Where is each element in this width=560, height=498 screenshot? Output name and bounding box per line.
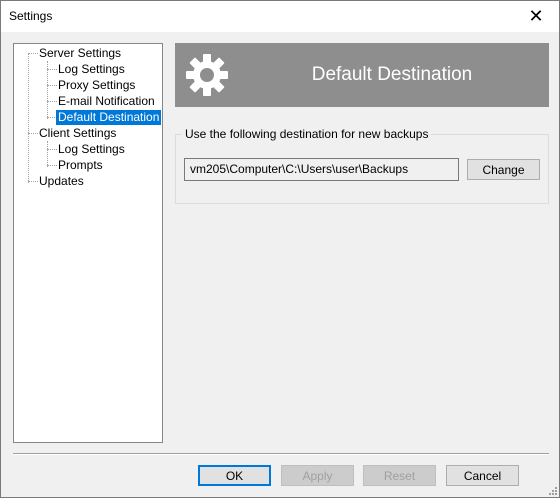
reset-button[interactable]: Reset xyxy=(363,465,436,486)
tree-item-server-settings[interactable]: Server Settings xyxy=(37,46,123,61)
section-title: Default Destination xyxy=(311,64,473,85)
window-title: Settings xyxy=(9,9,53,23)
apply-button[interactable]: Apply xyxy=(281,465,354,486)
tree-item-client-log-settings[interactable]: Log Settings xyxy=(56,142,127,157)
section-header: Default Destination xyxy=(175,43,549,107)
tree-item-prompts[interactable]: Prompts xyxy=(56,158,105,173)
destination-group-label: Use the following destination for new ba… xyxy=(182,127,432,141)
cancel-button[interactable]: Cancel xyxy=(446,465,519,486)
settings-window: Settings ✕ Server Settings Log Settings … xyxy=(0,0,560,498)
close-icon[interactable]: ✕ xyxy=(513,1,559,32)
gear-icon xyxy=(186,54,228,96)
title-bar[interactable]: Settings ✕ xyxy=(1,1,559,32)
footer-divider xyxy=(13,453,549,455)
settings-tree[interactable]: Server Settings Log Settings Proxy Setti… xyxy=(13,43,163,443)
tree-item-default-destination[interactable]: Default Destination xyxy=(56,110,162,125)
tree-connector xyxy=(47,141,48,167)
tree-item-updates[interactable]: Updates xyxy=(37,174,86,189)
destination-path-field[interactable]: vm205\Computer\C:\Users\user\Backups xyxy=(184,158,459,181)
resize-grip-icon[interactable] xyxy=(547,485,557,495)
tree-item-client-settings[interactable]: Client Settings xyxy=(37,126,118,141)
change-button[interactable]: Change xyxy=(467,159,540,180)
tree-item-email-notification[interactable]: E-mail Notification xyxy=(56,94,157,109)
tree-item-proxy-settings[interactable]: Proxy Settings xyxy=(56,78,137,93)
tree-item-server-log-settings[interactable]: Log Settings xyxy=(56,62,127,77)
ok-button[interactable]: OK xyxy=(198,465,271,486)
tree-connector xyxy=(28,53,29,183)
